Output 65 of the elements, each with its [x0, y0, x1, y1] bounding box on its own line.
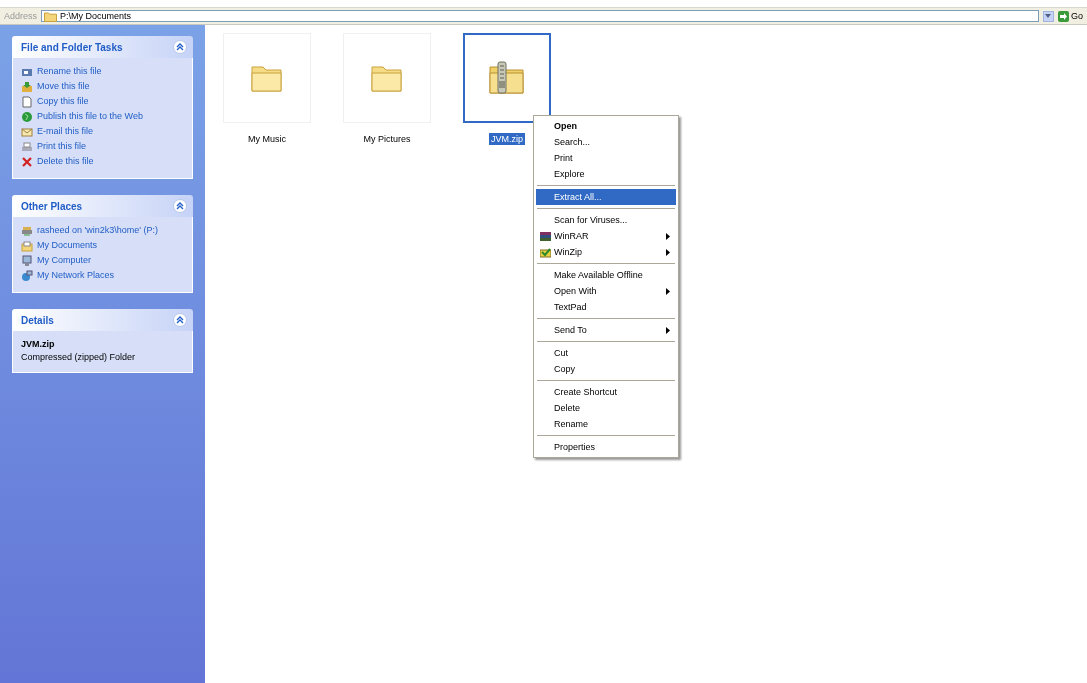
network-icon	[21, 270, 33, 282]
file-label[interactable]: My Music	[246, 133, 288, 145]
go-button[interactable]: Go	[1058, 10, 1083, 22]
menu-item[interactable]: Extract All...	[536, 189, 676, 205]
rename-icon	[21, 66, 33, 78]
network-drive-icon	[21, 225, 33, 237]
menu-item[interactable]: Explore	[536, 166, 676, 182]
menu-item[interactable]: Scan for Viruses...	[536, 212, 676, 228]
task-link[interactable]: E-mail this file	[37, 126, 93, 137]
menu-item[interactable]: Properties	[536, 439, 676, 455]
place-link[interactable]: My Documents	[37, 240, 98, 251]
envelope-icon	[21, 126, 33, 138]
task-link[interactable]: Delete this file	[37, 156, 94, 167]
menu-item[interactable]: Cut	[536, 345, 676, 361]
task-link[interactable]: Print this file	[37, 141, 87, 152]
menu-item[interactable]: Open With	[536, 283, 676, 299]
panel-header[interactable]: Other Places	[12, 195, 193, 217]
menu-item[interactable]: Open	[536, 118, 676, 134]
panel-title: File and Folder Tasks	[21, 41, 123, 53]
menu-item[interactable]: Print	[536, 150, 676, 166]
task-link[interactable]: Copy this file	[37, 96, 89, 107]
printer-icon	[21, 141, 33, 153]
panel-title: Other Places	[21, 200, 83, 212]
place-link[interactable]: rasheed on 'win2k3\home' (P:)	[37, 225, 158, 236]
menu-item[interactable]: Search...	[536, 134, 676, 150]
collapse-button[interactable]	[173, 313, 187, 327]
file-name: JVM.zip	[21, 339, 56, 349]
documents-folder-icon	[21, 240, 33, 252]
menu-item[interactable]: Create Shortcut	[536, 384, 676, 400]
collapse-button[interactable]	[173, 199, 187, 213]
globe-icon	[21, 111, 33, 123]
file-thumbnail[interactable]	[463, 33, 551, 123]
file-label[interactable]: My Pictures	[361, 133, 413, 145]
vise-icon	[540, 246, 551, 258]
address-field[interactable]: P:\My Documents	[41, 10, 1039, 22]
panel-header[interactable]: File and Folder Tasks	[12, 36, 193, 58]
place-link[interactable]: My Computer	[37, 255, 91, 266]
task-link[interactable]: Rename this file	[37, 66, 102, 77]
file-type: Compressed (zipped) Folder	[21, 352, 137, 362]
panel-title: Details	[21, 314, 54, 326]
menu-item[interactable]: Send To	[536, 322, 676, 338]
arrow-icon	[1058, 10, 1069, 22]
menu-item[interactable]: Rename	[536, 416, 676, 432]
place-link[interactable]: My Network Places	[37, 270, 115, 281]
collapse-button[interactable]	[173, 40, 187, 54]
menu-item[interactable]: WinZip	[536, 244, 676, 260]
computer-icon	[21, 255, 33, 267]
folder-icon	[250, 63, 284, 93]
menu-item[interactable]: TextPad	[536, 299, 676, 315]
address-label: Address	[4, 11, 38, 21]
page-icon	[21, 96, 33, 108]
panel-header[interactable]: Details	[12, 309, 193, 331]
menu-item[interactable]: WinRAR	[536, 228, 676, 244]
task-link[interactable]: Publish this file to the Web	[37, 111, 143, 122]
books-icon	[540, 230, 551, 242]
task-link[interactable]: Move this file	[37, 81, 90, 92]
menu-item[interactable]: Delete	[536, 400, 676, 416]
file-label[interactable]: JVM.zip	[489, 133, 525, 145]
zipped-folder-icon	[488, 61, 526, 95]
menu-item[interactable]: Copy	[536, 361, 676, 377]
move-icon	[21, 81, 33, 93]
delete-icon	[21, 156, 33, 168]
folder-icon	[44, 10, 58, 22]
menu-item[interactable]: Make Available Offline	[536, 267, 676, 283]
folder-icon	[370, 63, 404, 93]
